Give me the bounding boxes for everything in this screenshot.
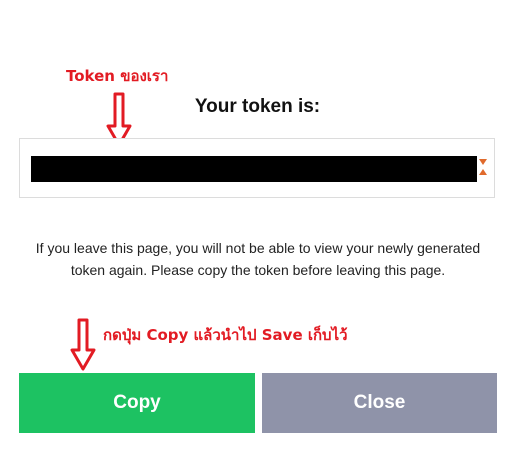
annotation-copy-note: กดปุ่ม Copy แล้วนำไป Save เก็บไว้ xyxy=(103,326,348,344)
arrow-down-icon xyxy=(70,318,96,371)
dialog-title: Your token is: xyxy=(194,96,321,117)
spin-up-icon[interactable] xyxy=(479,159,487,165)
copy-button[interactable]: Copy xyxy=(19,373,255,433)
annotation-token-note: Token ของเรา xyxy=(66,67,169,85)
spin-down-icon[interactable] xyxy=(479,169,487,175)
token-value-redacted xyxy=(31,156,477,182)
warning-notice: If you leave this page, you will not be … xyxy=(35,240,481,278)
close-button[interactable]: Close xyxy=(262,373,497,433)
token-field[interactable] xyxy=(19,138,495,198)
